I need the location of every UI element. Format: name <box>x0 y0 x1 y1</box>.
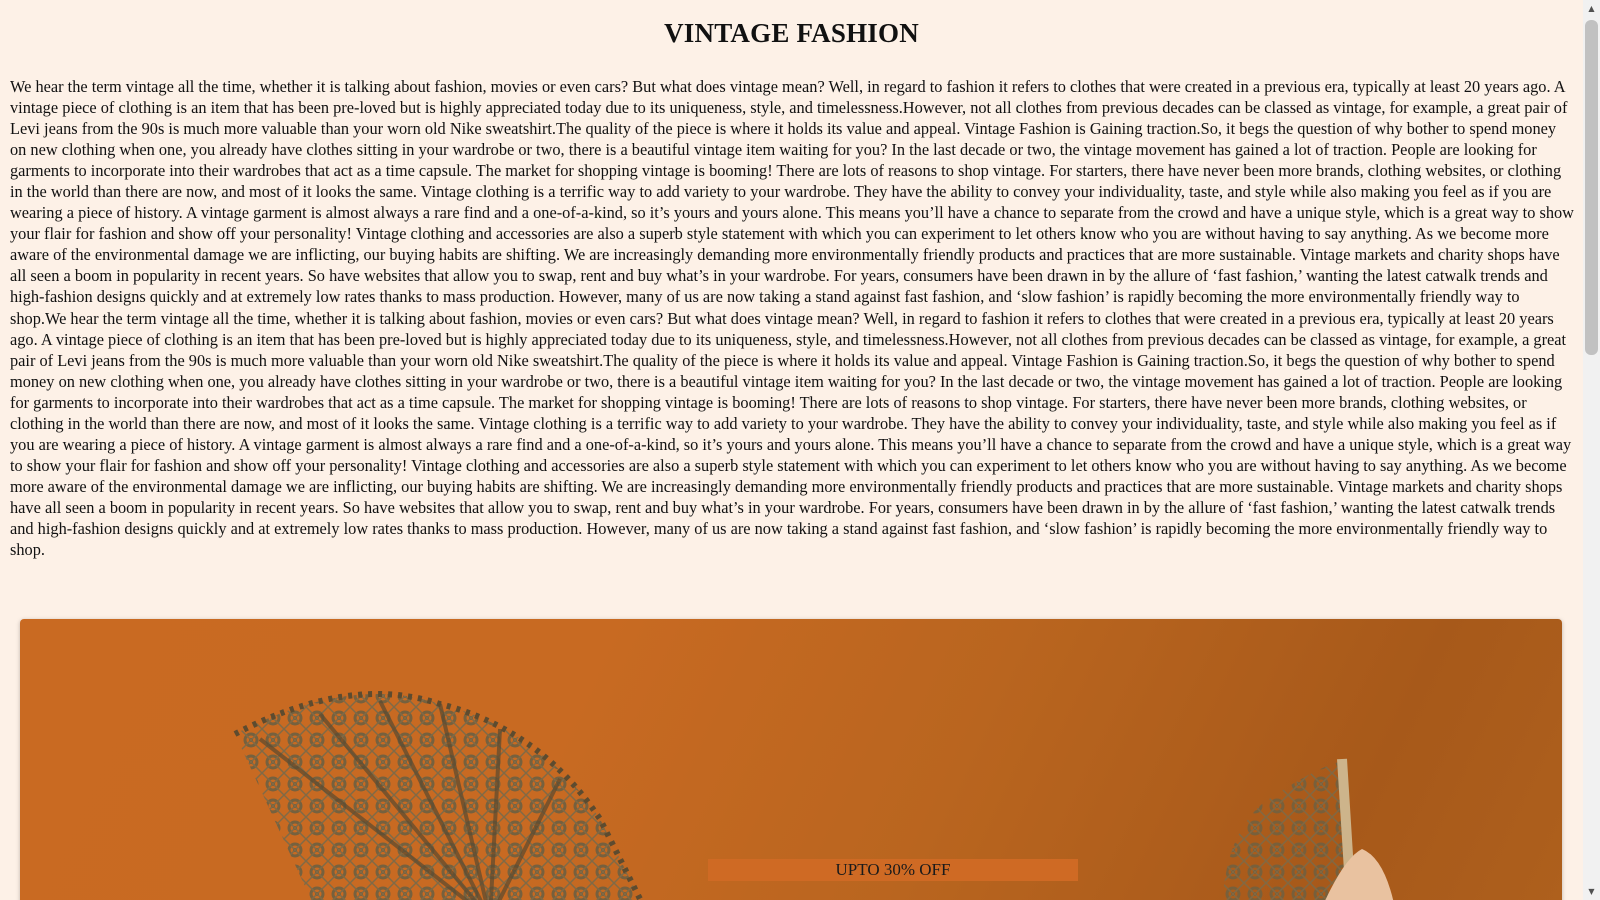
scroll-thumb[interactable] <box>1585 20 1598 355</box>
lace-fan-left-image <box>233 691 644 900</box>
promo-banner[interactable]: UPTO 30% OFF <box>20 619 1562 900</box>
arrow-up-icon[interactable]: ▲ <box>1583 0 1600 17</box>
page: VINTAGE FASHION We hear the term vintage… <box>0 0 1583 900</box>
offer-label[interactable]: UPTO 30% OFF <box>708 859 1078 881</box>
hand-fan-right-image <box>1222 758 1394 900</box>
page-title: VINTAGE FASHION <box>664 18 919 48</box>
arrow-down-icon[interactable]: ▼ <box>1583 883 1600 900</box>
vertical-scrollbar[interactable]: ▲ ▼ <box>1583 0 1600 900</box>
article-text: We hear the term vintage all the time, w… <box>10 77 1574 560</box>
